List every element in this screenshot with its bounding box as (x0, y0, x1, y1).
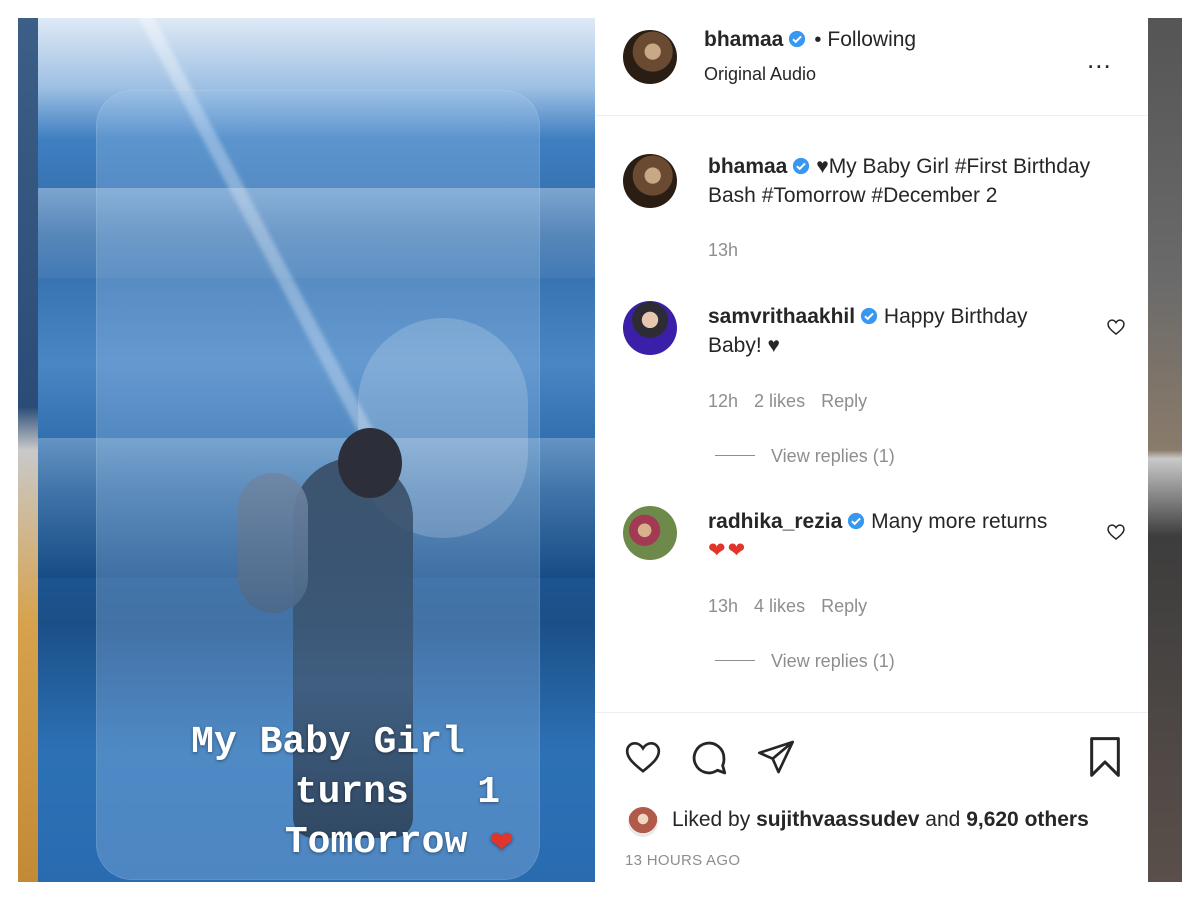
more-options-icon[interactable]: ... (1087, 46, 1112, 72)
like-heart-icon[interactable] (622, 737, 664, 777)
comment-like-heart-icon[interactable] (1106, 522, 1126, 542)
caption-username[interactable]: bhamaa (708, 155, 787, 178)
comment-likes[interactable]: 2 likes (754, 391, 805, 411)
post-header: bhamaa • Following Original Audio ... (595, 18, 1148, 116)
comment-time: 12h (708, 391, 739, 411)
replies-divider (715, 455, 755, 456)
comment-line-2: Baby! ♥ (708, 334, 781, 357)
comment-text: samvrithaakhil Happy Birthday Baby! ♥ (708, 302, 1108, 360)
liked-mid: and (919, 808, 967, 831)
verified-badge-icon (860, 307, 878, 325)
caption-avatar[interactable] (623, 154, 677, 208)
comment-line-1: Many more returns (871, 510, 1048, 533)
post-media[interactable]: My Baby Girl turns 1 Tomorrow ❤ (38, 18, 595, 882)
caption-line-1: ♥My Baby Girl #First Birthday (816, 155, 1091, 178)
verified-badge-icon (789, 30, 806, 48)
red-heart-emoji: ❤ (490, 821, 513, 864)
comment-like-heart-icon[interactable] (1106, 317, 1126, 337)
post-timestamp: 13 HOURS AGO (625, 852, 741, 869)
photo-figure-baby (238, 473, 308, 613)
comment-username[interactable]: samvrithaakhil (708, 305, 855, 328)
author-line: bhamaa • Following (704, 28, 916, 52)
comment-meta: 13h 4 likes Reply (708, 596, 883, 617)
comment-line-1: Happy Birthday (883, 305, 1028, 328)
following-button[interactable]: Following (827, 28, 916, 51)
view-replies-label: View replies (1) (771, 651, 895, 671)
caption-text: bhamaa ♥My Baby Girl #First Birthday Bas… (708, 152, 1138, 210)
view-replies-label: View replies (1) (771, 446, 895, 466)
comment-line-2: ❤❤ (708, 539, 748, 562)
comment-likes[interactable]: 4 likes (754, 596, 805, 616)
post-actions: Liked by sujithvaassudev and 9,620 other… (595, 712, 1148, 883)
caption-time: 13h (708, 240, 739, 260)
photo-figure-head (338, 428, 402, 498)
overlay-line-3-text: Tomorrow (284, 821, 468, 864)
comment-icon[interactable] (688, 737, 730, 779)
author-avatar[interactable] (623, 30, 677, 84)
commenter-avatar[interactable] (623, 301, 677, 355)
audio-link[interactable]: Original Audio (704, 64, 816, 85)
liker-avatar[interactable] (628, 807, 658, 837)
comment-time: 13h (708, 596, 739, 616)
caption-line-2: Bash #Tomorrow #December 2 (708, 184, 998, 207)
overlay-line-1: My Baby Girl (191, 721, 465, 764)
view-replies-button[interactable]: View replies (1) (715, 651, 911, 672)
share-icon[interactable] (755, 737, 797, 777)
previous-post-strip[interactable] (18, 18, 38, 882)
next-post-strip[interactable] (1148, 18, 1182, 882)
overlay-line-3: Tomorrow ❤ (138, 818, 518, 868)
comment-username[interactable]: radhika_rezia (708, 510, 842, 533)
replies-divider (715, 660, 755, 661)
comment-text: radhika_rezia Many more returns ❤❤ (708, 507, 1108, 565)
liked-user[interactable]: sujithvaassudev (756, 808, 919, 831)
comment-reply-button[interactable]: Reply (821, 391, 867, 411)
media-overlay-text: My Baby Girl turns 1 Tomorrow ❤ (138, 718, 518, 868)
commenter-avatar[interactable] (623, 506, 677, 560)
header-separator: • (814, 29, 822, 51)
bookmark-icon[interactable] (1085, 735, 1125, 779)
likes-summary[interactable]: Liked by sujithvaassudev and 9,620 other… (672, 808, 1089, 832)
liked-count[interactable]: 9,620 others (966, 808, 1089, 831)
verified-badge-icon (848, 512, 865, 530)
author-username[interactable]: bhamaa (704, 28, 783, 51)
post-side-panel: bhamaa • Following Original Audio ... bham… (595, 18, 1148, 882)
comment-reply-button[interactable]: Reply (821, 596, 867, 616)
comment-meta: 12h 2 likes Reply (708, 391, 883, 412)
view-replies-button[interactable]: View replies (1) (715, 446, 911, 467)
verified-badge-icon (793, 157, 810, 175)
overlay-line-2: turns 1 (294, 771, 500, 814)
liked-prefix: Liked by (672, 808, 757, 831)
